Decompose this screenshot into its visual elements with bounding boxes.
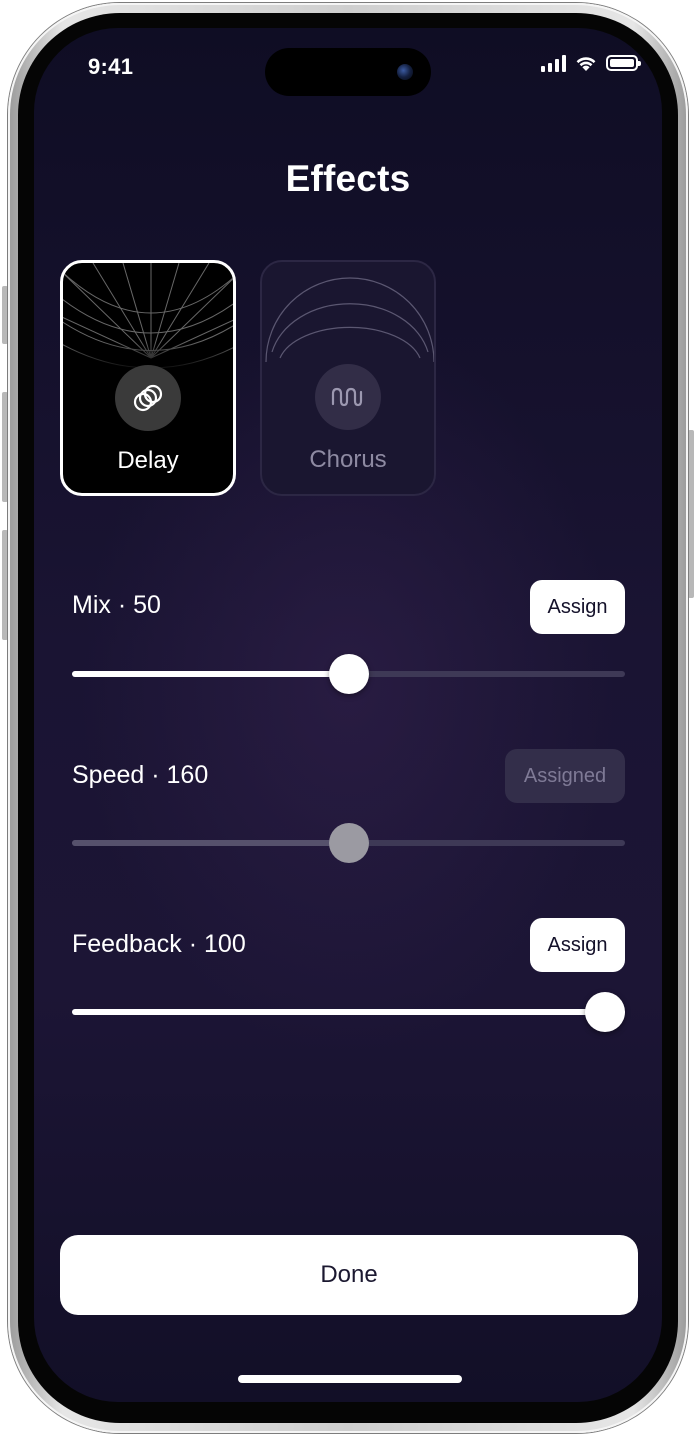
speed-slider-fill — [72, 840, 349, 846]
mix-slider-thumb[interactable] — [328, 654, 369, 694]
status-time: 9:41 — [88, 54, 134, 79]
feedback-label: Feedback · 100 — [72, 930, 246, 958]
feedback-slider-thumb[interactable] — [585, 992, 625, 1032]
feedback-slider-fill — [72, 1009, 625, 1015]
app-screen: 9:41 Effects Delay Chorus Mix · 50 Assig… — [34, 28, 662, 1402]
effect-label: Delay — [117, 447, 179, 474]
effect-card-chorus[interactable]: Chorus — [260, 260, 436, 496]
speed-slider-thumb[interactable] — [328, 823, 369, 863]
speed-assigned-button[interactable]: Assigned — [505, 749, 625, 803]
wifi-icon — [576, 57, 596, 71]
done-button[interactable]: Done — [60, 1235, 638, 1315]
battery-icon — [606, 55, 641, 71]
cellular-signal-icon — [541, 54, 566, 72]
page-title: Effects — [285, 158, 411, 199]
mix-slider-fill — [72, 671, 349, 677]
rings-icon — [115, 365, 181, 431]
speed-label: Speed · 160 — [72, 761, 209, 789]
effect-label: Chorus — [309, 446, 387, 473]
mix-slider[interactable] — [72, 654, 625, 694]
chorus-arcs-artwork — [265, 277, 434, 363]
delay-grid-artwork — [63, 263, 233, 373]
wave-icon — [315, 364, 381, 430]
home-indicator[interactable] — [238, 1375, 462, 1383]
dynamic-island — [265, 48, 431, 96]
effect-card-delay[interactable]: Delay — [60, 260, 236, 496]
power-button — [688, 430, 694, 598]
camera-icon — [397, 64, 413, 80]
status-icons — [541, 54, 641, 72]
mix-label: Mix · 50 — [72, 591, 161, 619]
speed-slider[interactable] — [72, 823, 625, 863]
feedback-assign-button[interactable]: Assign — [530, 918, 625, 972]
mix-assign-button[interactable]: Assign — [530, 580, 625, 634]
feedback-slider[interactable] — [72, 992, 625, 1032]
